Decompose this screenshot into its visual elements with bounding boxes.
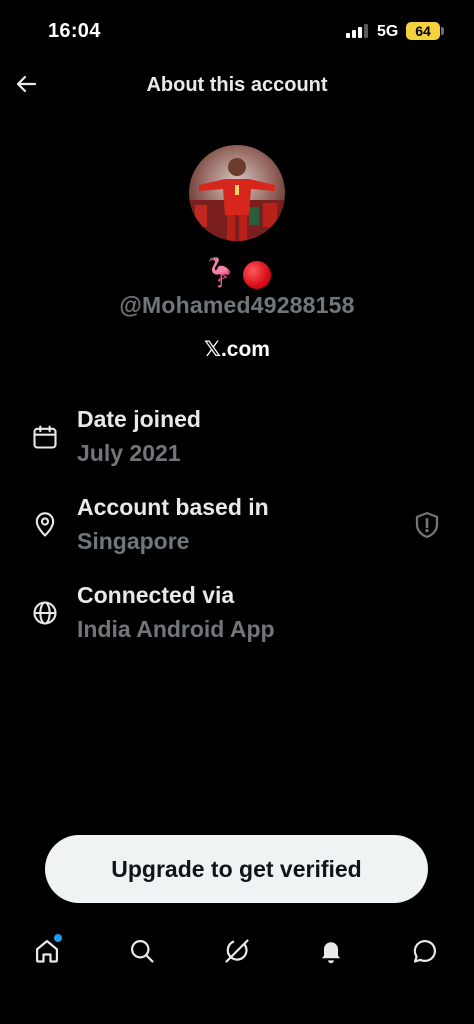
bio-emojis: 🦩 <box>0 256 474 290</box>
bell-icon <box>321 942 341 964</box>
page-title: About this account <box>146 74 328 96</box>
status-time: 16:04 <box>48 20 101 42</box>
avatar[interactable] <box>189 145 285 241</box>
nav-grok[interactable] <box>220 934 254 968</box>
connected-via-value: India Android App <box>77 616 275 642</box>
bottom-nav <box>0 926 474 982</box>
shield-alert-icon[interactable] <box>412 510 442 540</box>
account-based-row: Account based in Singapore <box>0 490 474 560</box>
calendar-icon <box>33 425 57 449</box>
search-icon <box>130 939 154 963</box>
battery-icon <box>441 27 444 35</box>
nav-search[interactable] <box>125 934 159 968</box>
new-posts-indicator <box>54 934 62 942</box>
status-bar: 16:04 5G 64 <box>0 0 474 60</box>
page-header: About this account <box>0 60 474 110</box>
date-joined-label: Date joined <box>77 406 201 432</box>
battery-level: 64 <box>406 22 440 40</box>
red-circle-icon <box>243 260 272 289</box>
nav-messages[interactable] <box>408 934 442 968</box>
account-handle: @Mohamed49288158 <box>119 292 355 318</box>
globe-icon <box>33 601 57 625</box>
nav-notifications[interactable] <box>314 934 348 968</box>
avatar-image <box>189 145 285 241</box>
date-joined-value: July 2021 <box>77 440 181 466</box>
flamingo-emoji: 🦩 <box>202 257 238 288</box>
date-joined-row: Date joined July 2021 <box>0 402 474 472</box>
location-pin-icon <box>35 512 55 537</box>
network-type: 5G <box>377 23 399 40</box>
account-based-value: Singapore <box>77 528 190 554</box>
signal-icon <box>346 24 368 38</box>
account-based-label: Account based in <box>77 494 269 520</box>
connected-via-row: Connected via India Android App <box>0 578 474 648</box>
site-label: 𝕏.com <box>204 338 270 361</box>
upgrade-verified-button[interactable]: Upgrade to get verified <box>45 835 428 903</box>
grok-icon <box>225 939 249 963</box>
connected-via-label: Connected via <box>77 582 235 608</box>
messages-icon <box>413 939 437 963</box>
